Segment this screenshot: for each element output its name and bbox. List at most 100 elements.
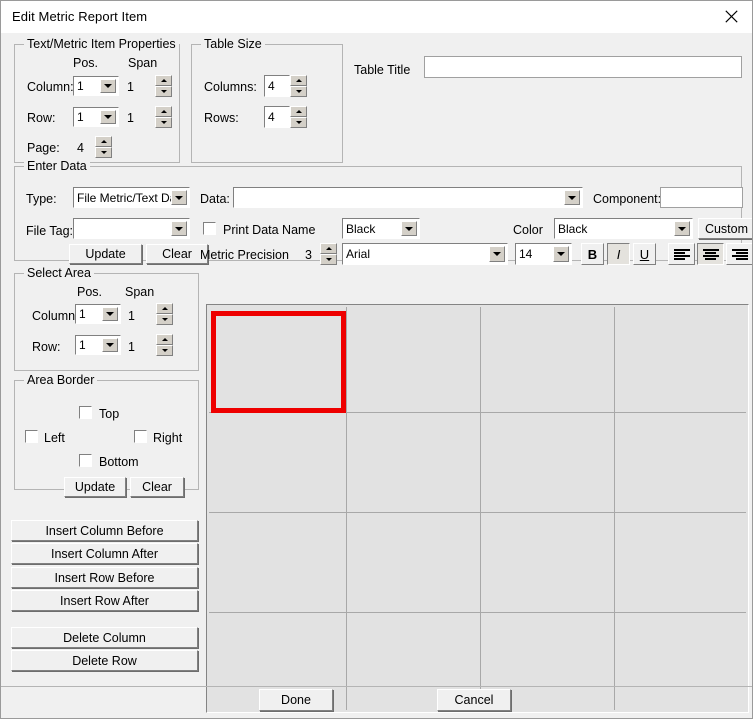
select-area-column-span-stepper[interactable] bbox=[156, 303, 173, 325]
border-bottom-label: Bottom bbox=[99, 455, 139, 469]
done-button[interactable]: Done bbox=[259, 689, 333, 711]
fill-color-combo[interactable]: Black bbox=[342, 218, 420, 239]
select-area-row-span-stepper[interactable] bbox=[156, 334, 173, 356]
chevron-down-icon[interactable] bbox=[674, 221, 690, 236]
edit-metric-report-item-dialog: Edit Metric Report Item Text/Metric Item… bbox=[0, 0, 753, 719]
chevron-down-icon[interactable] bbox=[489, 246, 505, 262]
data-combo[interactable] bbox=[233, 187, 583, 208]
border-bottom-checkbox[interactable] bbox=[79, 454, 92, 467]
area-border-clear-button[interactable]: Clear bbox=[130, 477, 184, 497]
tmp-row-span-stepper[interactable] bbox=[155, 106, 172, 128]
chevron-down-icon[interactable] bbox=[171, 190, 187, 205]
chevron-down-icon[interactable] bbox=[553, 246, 569, 262]
align-left-icon[interactable] bbox=[668, 243, 695, 265]
color-combo[interactable]: Black bbox=[554, 218, 693, 239]
tmp-row-pos-combo[interactable]: 1 bbox=[73, 107, 119, 127]
font-family-combo[interactable]: Arial bbox=[342, 243, 508, 265]
stepper-up-icon[interactable] bbox=[155, 106, 172, 117]
table-preview-grid[interactable] bbox=[206, 304, 749, 713]
stepper-up-icon[interactable] bbox=[156, 303, 173, 314]
window-titlebar: Edit Metric Report Item bbox=[1, 1, 752, 33]
cancel-button[interactable]: Cancel bbox=[437, 689, 511, 711]
stepper-up-icon[interactable] bbox=[290, 75, 307, 86]
enter-data-legend: Enter Data bbox=[24, 159, 90, 173]
stepper-down-icon[interactable] bbox=[156, 314, 173, 325]
table-size-rows-value[interactable]: 4 bbox=[264, 106, 290, 128]
chevron-down-icon[interactable] bbox=[564, 190, 580, 205]
stepper-down-icon[interactable] bbox=[156, 345, 173, 356]
stepper-up-icon[interactable] bbox=[156, 334, 173, 345]
insert-row-before-button[interactable]: Insert Row Before bbox=[11, 567, 198, 588]
stepper-up-icon[interactable] bbox=[290, 106, 307, 117]
file-tag-label: File Tag: bbox=[26, 224, 74, 238]
component-field[interactable] bbox=[661, 188, 742, 207]
file-tag-combo[interactable] bbox=[73, 218, 190, 239]
chevron-down-icon[interactable] bbox=[102, 307, 118, 321]
table-title-input[interactable] bbox=[424, 56, 742, 78]
component-input[interactable] bbox=[660, 187, 743, 208]
fill-color-value: Black bbox=[346, 221, 376, 236]
grid-row-divider bbox=[209, 412, 746, 413]
delete-row-button[interactable]: Delete Row bbox=[11, 650, 198, 671]
enter-data-clear-button[interactable]: Clear bbox=[146, 244, 208, 264]
stepper-down-icon[interactable] bbox=[155, 86, 172, 97]
table-title-field[interactable] bbox=[425, 57, 741, 77]
select-area-row-label: Row: bbox=[32, 340, 61, 354]
stepper-down-icon[interactable] bbox=[155, 117, 172, 128]
chevron-down-icon[interactable] bbox=[171, 221, 187, 236]
stepper-down-icon[interactable] bbox=[320, 254, 337, 265]
table-size-group: Table Size Columns: 4 Rows: 4 bbox=[191, 37, 343, 163]
stepper-up-icon[interactable] bbox=[95, 136, 112, 147]
align-left-glyph bbox=[673, 248, 690, 260]
grid-column-divider bbox=[346, 307, 347, 710]
chevron-down-icon[interactable] bbox=[102, 338, 118, 352]
align-right-icon[interactable] bbox=[726, 243, 752, 265]
insert-column-before-button[interactable]: Insert Column Before bbox=[11, 520, 198, 541]
custom-color-button[interactable]: Custom bbox=[698, 218, 752, 239]
table-size-rows-stepper[interactable]: 4 bbox=[264, 106, 307, 128]
type-combo[interactable]: File Metric/Text Dat bbox=[73, 187, 190, 208]
chevron-down-icon[interactable] bbox=[401, 221, 417, 236]
stepper-down-icon[interactable] bbox=[290, 117, 307, 128]
font-size-combo[interactable]: 14 bbox=[515, 243, 572, 265]
stepper-down-icon[interactable] bbox=[290, 86, 307, 97]
table-size-columns-stepper[interactable]: 4 bbox=[264, 75, 307, 97]
stepper-up-icon[interactable] bbox=[320, 243, 337, 254]
stepper-down-icon[interactable] bbox=[95, 147, 112, 158]
rows-stepper-arrows[interactable] bbox=[290, 106, 307, 128]
stepper-up-icon[interactable] bbox=[155, 75, 172, 86]
select-area-row-pos-combo[interactable]: 1 bbox=[75, 335, 121, 355]
close-icon[interactable] bbox=[708, 1, 752, 32]
enter-data-update-button[interactable]: Update bbox=[69, 244, 142, 264]
border-left-checkbox[interactable] bbox=[25, 430, 38, 443]
select-area-column-pos-combo[interactable]: 1 bbox=[75, 304, 121, 324]
border-top-checkbox[interactable] bbox=[79, 406, 92, 419]
tmp-column-span-stepper[interactable] bbox=[155, 75, 172, 97]
underline-button[interactable]: U bbox=[633, 243, 656, 265]
print-data-name-checkbox[interactable] bbox=[203, 222, 216, 235]
tmp-column-pos-combo[interactable]: 1 bbox=[73, 76, 119, 96]
align-center-icon[interactable] bbox=[697, 243, 724, 265]
border-right-checkbox[interactable] bbox=[134, 430, 147, 443]
table-size-columns-label: Columns: bbox=[204, 80, 257, 94]
delete-column-button[interactable]: Delete Column bbox=[11, 627, 198, 648]
tmp-column-span-value: 1 bbox=[127, 80, 134, 94]
bold-button[interactable]: B bbox=[581, 243, 604, 265]
insert-row-after-button[interactable]: Insert Row After bbox=[11, 590, 198, 611]
table-size-rows-label: Rows: bbox=[204, 111, 239, 125]
metric-precision-stepper[interactable] bbox=[320, 243, 337, 265]
tmp-page-stepper[interactable] bbox=[95, 136, 112, 158]
tmp-page-label: Page: bbox=[27, 141, 60, 155]
color-value: Black bbox=[558, 221, 588, 236]
select-area-group: Select Area Pos. Span Column: 1 1 Row: 1… bbox=[14, 266, 199, 371]
select-area-row-span-value: 1 bbox=[128, 340, 135, 354]
select-area-column-span-value: 1 bbox=[128, 309, 135, 323]
insert-column-after-button[interactable]: Insert Column After bbox=[11, 543, 198, 564]
chevron-down-icon[interactable] bbox=[100, 110, 116, 124]
columns-stepper-arrows[interactable] bbox=[290, 75, 307, 97]
tmp-row-span-value: 1 bbox=[127, 111, 134, 125]
chevron-down-icon[interactable] bbox=[100, 79, 116, 93]
italic-button[interactable]: I bbox=[607, 243, 630, 265]
area-border-update-button[interactable]: Update bbox=[64, 477, 126, 497]
table-size-columns-value[interactable]: 4 bbox=[264, 75, 290, 97]
